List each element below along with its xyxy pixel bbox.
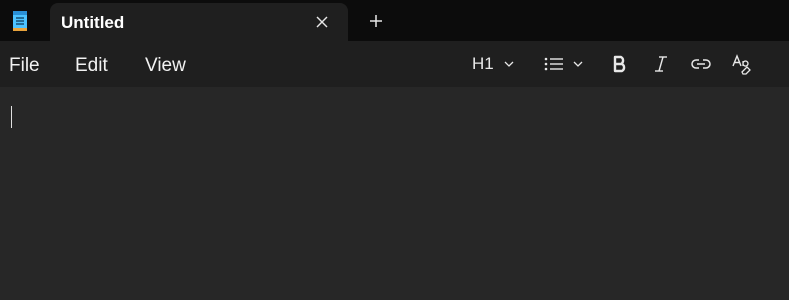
tab-untitled[interactable]: Untitled (50, 3, 348, 41)
text-caret (11, 106, 12, 128)
clear-formatting-icon (731, 53, 753, 75)
list-dropdown[interactable] (543, 49, 584, 79)
title-bar: Untitled (0, 0, 789, 41)
heading-value: H1 (472, 54, 494, 73)
chevron-down-icon (572, 58, 584, 70)
menu-view[interactable]: View (145, 55, 186, 77)
text-editor[interactable] (0, 87, 789, 300)
italic-icon (651, 54, 671, 74)
tab-title: Untitled (61, 13, 125, 32)
bulleted-list-icon (543, 55, 565, 73)
bold-button[interactable] (610, 49, 630, 79)
clear-formatting-button[interactable] (731, 49, 753, 79)
link-button[interactable] (690, 49, 712, 79)
italic-button[interactable] (651, 49, 671, 79)
chevron-down-icon (503, 58, 515, 70)
heading-dropdown[interactable]: H1 (472, 49, 515, 79)
menu-bar: File Edit View H1 (0, 41, 789, 87)
plus-icon[interactable] (366, 11, 386, 31)
menu-edit[interactable]: Edit (75, 55, 108, 77)
menu-file[interactable]: File (9, 55, 40, 77)
notepad-icon (10, 10, 30, 32)
bold-icon (610, 54, 630, 74)
close-icon[interactable] (312, 12, 332, 32)
link-icon (690, 54, 712, 74)
